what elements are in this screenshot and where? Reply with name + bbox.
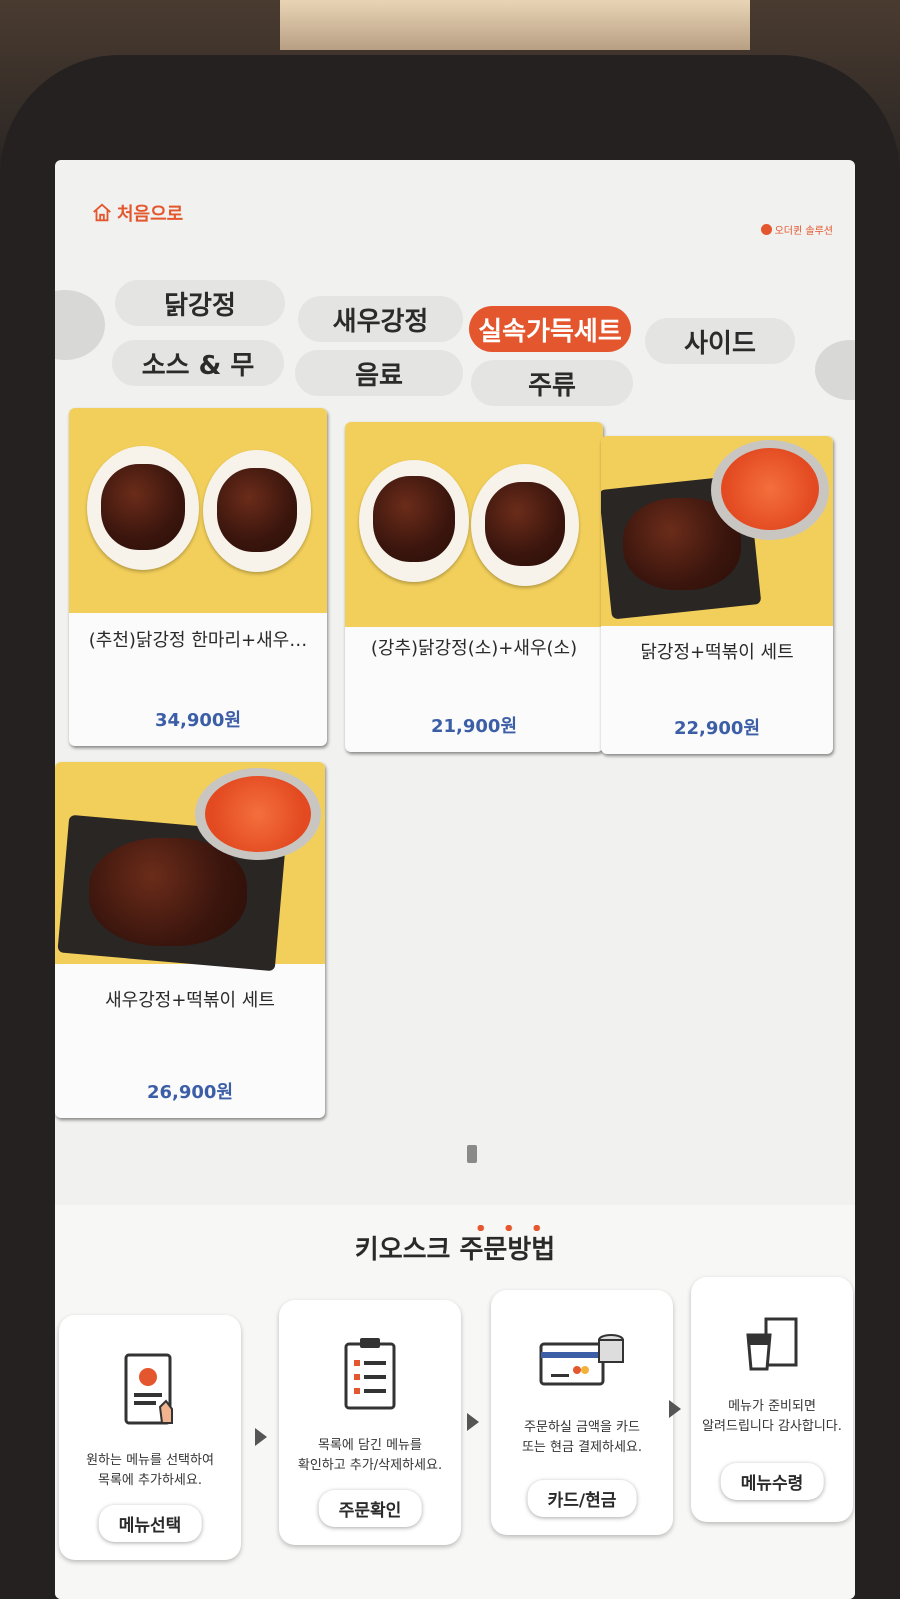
background-light: [280, 0, 750, 50]
menu-card[interactable]: 새우강정+떡볶이 세트 26,900원: [55, 762, 325, 1118]
menu-name: 새우강정+떡볶이 세트: [105, 990, 275, 1011]
order-list-icon: [344, 1338, 396, 1410]
menu-photo: [601, 436, 833, 626]
brand-icon: [760, 224, 772, 235]
page-indicator: [467, 1145, 477, 1163]
category-tab-liquor[interactable]: 주류: [471, 360, 633, 406]
category-tab-side[interactable]: 사이드: [645, 318, 795, 364]
order-confirm-button[interactable]: 주문확인: [318, 1490, 422, 1527]
guide-step-pickup: 메뉴가 준비되면 알려드립니다 감사합니다. 메뉴수령: [691, 1277, 853, 1522]
menu-photo: [345, 422, 603, 627]
category-label: 새우강정: [332, 306, 429, 337]
menu-name: (추천)닭강정 한마리+새우…: [88, 630, 308, 651]
menu-price: 34,900원: [154, 710, 242, 731]
home-button[interactable]: 처음으로: [91, 200, 183, 226]
category-scroll-right[interactable]: [815, 340, 855, 400]
menu-photo: [69, 408, 327, 613]
menu-photo: [55, 762, 325, 972]
category-label: 소스 & 무: [141, 350, 255, 381]
category-label: 닭강정: [164, 290, 236, 321]
category-tab-drink[interactable]: 음료: [295, 350, 463, 396]
step-description: 주문하실 금액을 카드 또는 현금 결제하세요.: [521, 1420, 643, 1455]
step-arrow-icon: [669, 1400, 681, 1418]
step-description: 메뉴가 준비되면 알려드립니다 감사합니다.: [702, 1399, 842, 1434]
brand-name: 오더퀸 솔루션: [774, 226, 833, 237]
step-description: 목록에 담긴 메뉴를 확인하고 추가/삭제하세요.: [297, 1438, 443, 1473]
guide-title: 키오스크 주문방법: [55, 1229, 855, 1266]
menu-pickup-button[interactable]: 메뉴수령: [720, 1463, 824, 1500]
menu-tablet-icon: [124, 1353, 173, 1425]
menu-price: 22,900원: [673, 718, 761, 739]
menu-select-button[interactable]: 메뉴선택: [98, 1505, 202, 1542]
takeout-bag-icon: [746, 1317, 798, 1371]
home-icon: [93, 203, 111, 222]
guide-step-payment: 주문하실 금액을 카드 또는 현금 결제하세요. 카드/현금: [491, 1290, 673, 1535]
category-label: 음료: [355, 360, 403, 391]
order-guide: 키오스크 주문방법 원하는 메뉴를 선택하여 목록에 추가하세요. 메뉴선택 목…: [55, 1205, 855, 1599]
category-tab-chicken[interactable]: 닭강정: [115, 280, 285, 326]
category-label: 주류: [528, 370, 576, 401]
step-arrow-icon: [467, 1413, 479, 1431]
guide-title-plain: 키오스크: [354, 1235, 460, 1265]
menu-name: 닭강정+떡볶이 세트: [640, 642, 794, 663]
step-description: 원하는 메뉴를 선택하여 목록에 추가하세요.: [86, 1453, 214, 1488]
card-cash-button[interactable]: 카드/현금: [527, 1480, 637, 1517]
guide-step-confirm: 목록에 담긴 메뉴를 확인하고 추가/삭제하세요. 주문확인: [279, 1300, 461, 1545]
home-label: 처음으로: [117, 204, 184, 225]
menu-card[interactable]: (추천)닭강정 한마리+새우… 34,900원: [69, 408, 327, 746]
top-bar: 처음으로 오더퀸 솔루션: [55, 160, 855, 250]
category-label: 실속가득세트: [478, 316, 622, 347]
category-tab-sauce[interactable]: 소스 & 무: [112, 340, 284, 386]
guide-step-select: 원하는 메뉴를 선택하여 목록에 추가하세요. 메뉴선택: [59, 1315, 241, 1560]
category-tab-value-set[interactable]: 실속가득세트: [469, 306, 631, 352]
menu-price: 21,900원: [430, 716, 518, 737]
category-tab-shrimp[interactable]: 새우강정: [298, 296, 463, 342]
menu-name: (강추)닭강정(소)+새우(소): [370, 638, 578, 659]
menu-card[interactable]: 닭강정+떡볶이 세트 22,900원: [601, 436, 833, 754]
step-arrow-icon: [255, 1428, 267, 1446]
menu-card[interactable]: (강추)닭강정(소)+새우(소) 21,900원: [345, 422, 603, 752]
kiosk-screen: 처음으로 오더퀸 솔루션 닭강정 새우강정 실속가득세트 사이드 소스 & 무 …: [55, 160, 855, 1599]
card-cash-icon: [539, 1334, 624, 1386]
menu-price: 26,900원: [146, 1082, 234, 1103]
brand-logo: 오더퀸 솔루션: [760, 222, 833, 237]
category-label: 사이드: [684, 328, 756, 359]
guide-title-accent: 주문방법: [459, 1235, 556, 1265]
category-scroll-left[interactable]: [55, 290, 105, 360]
